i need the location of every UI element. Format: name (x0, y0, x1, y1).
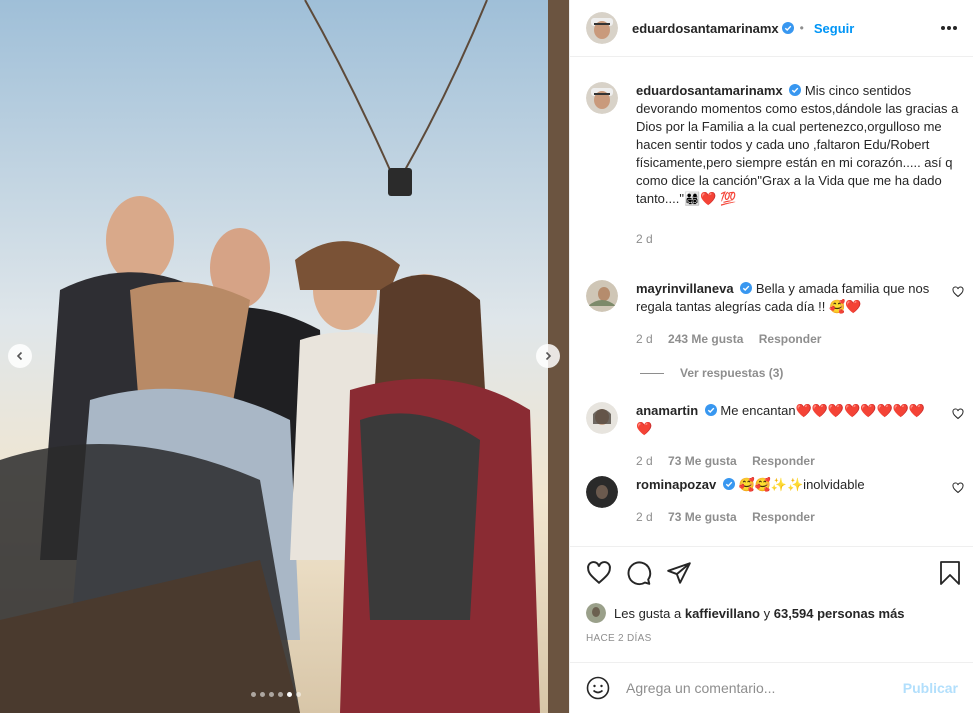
avatar[interactable] (586, 603, 606, 623)
more-icon (941, 26, 945, 30)
action-icons (586, 559, 962, 587)
comment-username[interactable]: rominapozav (636, 477, 716, 492)
verified-badge-icon (740, 282, 753, 294)
comment-item: rominapozav 🥰🥰✨✨inolvidable 2 d 73 Me gu… (586, 476, 966, 526)
comment-body: anamartin Me encantan❤️❤️❤️❤️❤️❤️❤️❤️❤️ … (636, 402, 936, 470)
comment-item: mayrinvillaneva Bella y amada familia qu… (586, 280, 966, 348)
carousel-indicator (251, 692, 301, 697)
avatar[interactable] (586, 402, 618, 434)
emoji-smiley-icon[interactable] (586, 676, 610, 700)
comment-username[interactable]: anamartin (636, 403, 698, 418)
add-comment-bar: Publicar (570, 662, 973, 713)
carousel-dot (278, 692, 283, 697)
save-bookmark-icon[interactable] (938, 560, 962, 586)
avatar[interactable] (586, 12, 618, 44)
separator-dot: • (799, 21, 804, 35)
comment-item: anamartin Me encantan❤️❤️❤️❤️❤️❤️❤️❤️❤️ … (586, 402, 966, 470)
publish-button[interactable]: Publicar (903, 680, 958, 696)
likes-others[interactable]: 63,594 personas más (774, 606, 905, 621)
likes-prefix: Les gusta a (614, 605, 682, 621)
caption-username[interactable]: eduardosantamarinamx (636, 83, 783, 98)
share-paper-plane-icon[interactable] (666, 560, 692, 586)
post-actions: Les gusta a kaffievillano y 63,594 perso… (570, 546, 973, 662)
verified-badge-icon (789, 84, 802, 96)
comment-bubble-icon[interactable] (626, 560, 652, 586)
avatar[interactable] (586, 82, 618, 114)
post-details-panel: eduardosantamarinamx • Seguir eduardosan… (569, 0, 973, 713)
post-image (0, 0, 569, 713)
more-options-button[interactable] (941, 26, 957, 30)
like-comment-heart-icon[interactable] (952, 286, 964, 298)
caption-text: Mis cinco sentidos devorando momentos co… (636, 83, 959, 206)
comment-body: mayrinvillaneva Bella y amada familia qu… (636, 280, 936, 348)
view-replies-button[interactable]: Ver respuestas (3) (640, 366, 783, 380)
like-heart-icon[interactable] (586, 560, 612, 586)
comment-likes[interactable]: 73 Me gusta (668, 510, 737, 524)
post-author-username[interactable]: eduardosantamarinamx (632, 21, 779, 36)
comment-age[interactable]: 2 d (636, 332, 653, 346)
carousel-dot (296, 692, 301, 697)
verified-badge-icon (722, 478, 735, 490)
carousel-dot (260, 692, 265, 697)
follow-button[interactable]: Seguir (814, 21, 854, 36)
comment-likes[interactable]: 243 Me gusta (668, 332, 743, 346)
post-header: eduardosantamarinamx • Seguir (570, 0, 973, 57)
comment-likes[interactable]: 73 Me gusta (668, 454, 737, 468)
comment-age[interactable]: 2 d (636, 510, 653, 524)
chevron-left-icon (16, 351, 23, 361)
comment-username[interactable]: mayrinvillaneva (636, 281, 734, 296)
avatar[interactable] (586, 476, 618, 508)
reply-button[interactable]: Responder (759, 332, 822, 346)
verified-badge-icon (704, 404, 717, 416)
post-caption: eduardosantamarinamx Mis cinco sentidos … (586, 82, 966, 248)
view-replies-label: Ver respuestas (3) (680, 366, 784, 380)
chevron-right-icon (545, 351, 552, 361)
like-comment-heart-icon[interactable] (952, 482, 964, 494)
carousel-dot-active (287, 692, 292, 697)
post-timestamp[interactable]: HACE 2 DÍAS (586, 633, 652, 644)
comment-body: rominapozav 🥰🥰✨✨inolvidable 2 d 73 Me gu… (636, 476, 936, 526)
like-comment-heart-icon[interactable] (952, 408, 964, 420)
likes-user[interactable]: kaffievillano (685, 606, 760, 621)
carousel-dot (269, 692, 274, 697)
verified-badge-icon (781, 22, 794, 34)
comment-age[interactable]: 2 d (636, 454, 653, 468)
avatar[interactable] (586, 280, 618, 312)
comment-input[interactable] (626, 680, 903, 696)
post-photo[interactable] (0, 0, 569, 713)
comment-text: 🥰🥰✨✨inolvidable (738, 477, 865, 492)
likes-summary[interactable]: Les gusta a kaffievillano y 63,594 perso… (586, 603, 905, 623)
carousel-dot (251, 692, 256, 697)
next-photo-button[interactable] (536, 344, 560, 368)
reply-button[interactable]: Responder (752, 510, 815, 524)
reply-button[interactable]: Responder (752, 454, 815, 468)
caption-age[interactable]: 2 d (636, 230, 966, 248)
previous-photo-button[interactable] (8, 344, 32, 368)
likes-connector: y (763, 605, 771, 621)
caption-text-block: eduardosantamarinamx Mis cinco sentidos … (636, 82, 966, 248)
comments-list[interactable]: eduardosantamarinamx Mis cinco sentidos … (570, 58, 973, 546)
